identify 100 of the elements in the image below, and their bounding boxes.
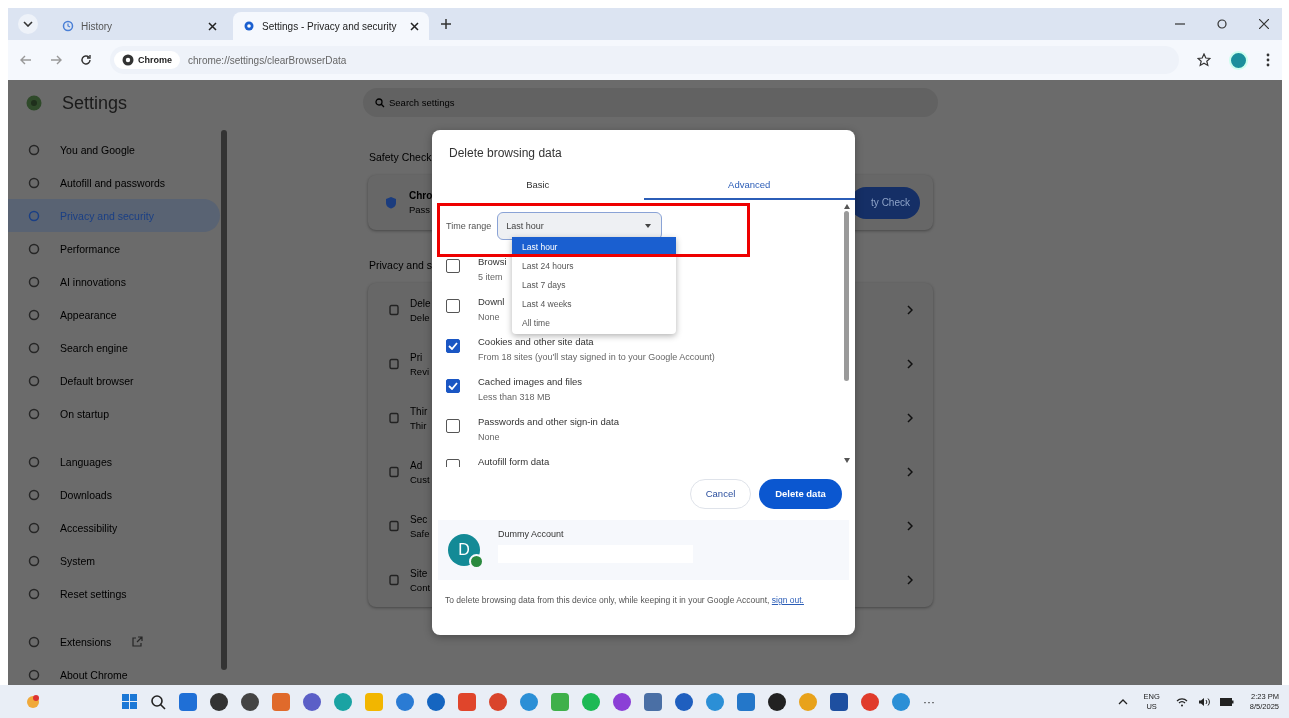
sidebar-item[interactable]: Accessibility [8, 511, 220, 544]
close-icon[interactable] [410, 21, 419, 31]
battery-icon[interactable] [1219, 697, 1234, 706]
cancel-button[interactable]: Cancel [690, 478, 751, 509]
search-icon[interactable] [150, 693, 166, 710]
app-icon[interactable] [210, 692, 228, 711]
sidebar-item[interactable]: You and Google [8, 133, 220, 166]
app-icon[interactable] [830, 692, 848, 711]
option-title: Downl [478, 296, 505, 307]
sidebar-item[interactable]: Downloads [8, 478, 220, 511]
more-menu-icon[interactable] [1266, 53, 1270, 67]
more-apps-button[interactable]: ··· [923, 694, 935, 709]
app-icon[interactable] [241, 692, 259, 711]
sign-out-note: To delete browsing data from this device only, while keeping it in your Google Account, sign out. [445, 594, 805, 607]
row-title: Ad [410, 459, 424, 471]
circle-icon [28, 308, 40, 321]
chevron-right-icon[interactable] [907, 575, 913, 585]
account-name: Dummy Account [498, 529, 565, 539]
setting-icon [388, 520, 400, 532]
weather-icon[interactable] [24, 692, 42, 711]
sidebar-item[interactable]: On startup [8, 397, 220, 430]
site-chip[interactable]: Chrome [114, 51, 180, 69]
circle-icon [28, 521, 40, 534]
circle-icon [28, 668, 40, 681]
delete-data-button[interactable]: Delete data [759, 478, 842, 509]
sign-out-link[interactable]: sign out. [771, 595, 804, 605]
browser-tab[interactable]: History [52, 12, 227, 40]
restore-icon[interactable] [1217, 19, 1227, 29]
close-icon[interactable] [208, 21, 217, 31]
checkbox[interactable] [446, 259, 460, 273]
setting-icon [388, 574, 400, 586]
circle-icon [28, 242, 40, 255]
sidebar-item[interactable]: Search engine [8, 331, 220, 364]
page-title: Settings [62, 92, 128, 114]
reload-icon[interactable] [80, 54, 92, 66]
start-icon[interactable] [122, 694, 137, 709]
sidebar-item[interactable]: AI innovations [8, 265, 220, 298]
circle-icon [28, 635, 40, 648]
star-icon[interactable] [1197, 53, 1211, 67]
time-range-select[interactable]: Last hour [497, 212, 663, 240]
tab-list-button[interactable] [18, 14, 38, 34]
chevron-right-icon[interactable] [907, 359, 913, 369]
back-icon[interactable] [20, 55, 32, 65]
row-subtitle: Safe [410, 527, 430, 539]
search-field[interactable]: Search settings [363, 88, 938, 117]
setting-icon [388, 466, 400, 478]
sidebar-item[interactable]: Default browser [8, 364, 220, 397]
dropdown-option[interactable]: All time [512, 313, 676, 332]
setting-icon [388, 412, 400, 424]
option-detail: None [478, 432, 501, 442]
sidebar-item[interactable]: Extensions [8, 625, 220, 658]
circle-icon [28, 554, 40, 567]
sidebar-item[interactable]: Autofill and passwords [8, 166, 220, 199]
gear-icon [243, 20, 255, 32]
sidebar-item[interactable]: Reset settings [8, 577, 220, 610]
volume-icon[interactable] [1197, 696, 1210, 707]
row-subtitle: Dele [410, 311, 431, 323]
browser-tab[interactable]: Settings - Privacy and security [233, 12, 429, 40]
row-title: Thir [410, 405, 428, 417]
sidebar-item[interactable]: System [8, 544, 220, 577]
row-subtitle: Thir [410, 419, 428, 431]
forward-icon[interactable] [50, 55, 62, 65]
dialog-tab[interactable]: Advanced [643, 170, 855, 200]
dropdown-option[interactable]: Last 24 hours [512, 256, 676, 275]
sidebar-item[interactable]: About Chrome [8, 658, 220, 685]
row-title: Site [410, 567, 429, 579]
setting-icon [388, 358, 400, 370]
row-title: Pri [410, 351, 424, 363]
wifi-icon[interactable] [1175, 696, 1188, 707]
dialog-tab[interactable]: Basic [432, 170, 644, 200]
scroll-bar[interactable] [221, 130, 227, 670]
dropdown-option[interactable]: Last 7 days [512, 275, 676, 294]
scroll-bar[interactable] [843, 204, 850, 463]
checkbox[interactable] [446, 299, 460, 313]
app-icon[interactable] [768, 692, 786, 711]
chevron-right-icon[interactable] [907, 467, 913, 477]
sidebar-item[interactable]: Performance [8, 232, 220, 265]
option-title: Autofill form data [478, 456, 550, 467]
circle-icon [28, 587, 40, 600]
chevron-right-icon[interactable] [907, 521, 913, 531]
setting-icon [388, 304, 400, 316]
chevron-up-icon[interactable] [1117, 698, 1128, 705]
search-icon [375, 98, 385, 108]
address-field[interactable]: Chrome chrome://settings/clearBrowserData [110, 46, 1179, 74]
option-title: Cookies and other site data [478, 336, 595, 347]
close-icon[interactable] [1259, 19, 1269, 29]
checkbox[interactable] [446, 419, 460, 433]
circle-icon [28, 407, 40, 420]
circle-icon [28, 176, 40, 189]
new-tab-icon[interactable] [441, 19, 451, 29]
option-detail: 5 item [478, 272, 504, 282]
chevron-right-icon[interactable] [907, 413, 913, 423]
circle-icon [28, 275, 40, 288]
chevron-right-icon[interactable] [907, 305, 913, 315]
checkbox[interactable] [446, 339, 460, 353]
profile-avatar[interactable] [1229, 50, 1248, 70]
sidebar-item[interactable]: Languages [8, 445, 220, 478]
dropdown-option[interactable]: Last 4 weeks [512, 294, 676, 313]
checkbox[interactable] [446, 379, 460, 393]
sidebar-item[interactable]: Appearance [8, 298, 220, 331]
